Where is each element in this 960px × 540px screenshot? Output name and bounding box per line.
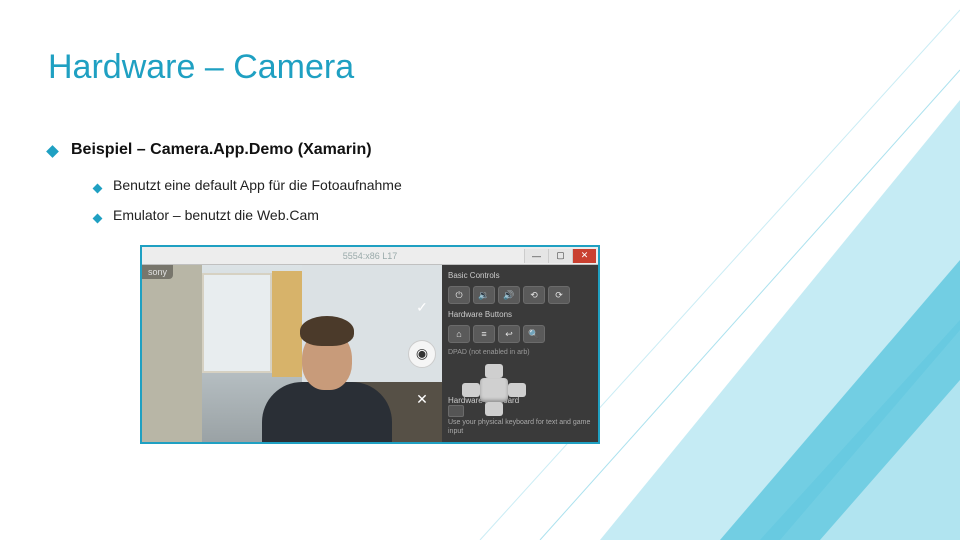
window-buttons: — ▢ ✕	[524, 249, 596, 263]
bullet-level2-1: Benutzt eine default App für die Fotoauf…	[94, 177, 912, 193]
camera-preview-photo	[142, 265, 442, 442]
close-icon: ✕	[416, 391, 428, 408]
basic-controls-row: ⏻ 🔉 🔊 ⟲ ⟳	[448, 286, 592, 304]
emulator-control-panel: Basic Controls ⏻ 🔉 🔊 ⟲ ⟳ Hardware Button…	[442, 265, 598, 442]
search-button[interactable]: 🔍	[523, 325, 545, 343]
home-button[interactable]: ⌂	[448, 325, 470, 343]
dpad-left[interactable]	[462, 383, 480, 397]
power-button[interactable]: ⏻	[448, 286, 470, 304]
check-icon: ✓	[416, 299, 428, 316]
dpad-up[interactable]	[485, 364, 503, 378]
maximize-button[interactable]: ▢	[548, 249, 572, 263]
volume-down-button[interactable]: 🔉	[473, 286, 495, 304]
diamond-bullet-icon	[93, 214, 103, 224]
menu-button[interactable]: ≡	[473, 325, 495, 343]
minimize-button[interactable]: —	[524, 249, 548, 263]
diamond-bullet-icon	[46, 145, 59, 158]
sub-bullet1-text: Benutzt eine default App für die Fotoauf…	[113, 177, 402, 193]
rotate-left-button[interactable]: ⟲	[523, 286, 545, 304]
hardware-keyboard-section: Hardware Keyboard Use your physical keyb…	[448, 396, 592, 436]
volume-up-button[interactable]: 🔊	[498, 286, 520, 304]
bullet-level2-2: Emulator – benutzt die Web.Cam	[94, 207, 912, 223]
keyboard-toggle[interactable]	[448, 405, 464, 417]
accept-photo-button[interactable]: ✓	[408, 294, 436, 322]
dpad-down[interactable]	[485, 402, 503, 416]
basic-controls-label: Basic Controls	[448, 271, 592, 280]
emulator-screen: sony ✓ ◉ ✕	[142, 265, 442, 442]
dpad-right[interactable]	[508, 383, 526, 397]
emulator-titlebar: 5554:x86 L17 — ▢ ✕	[142, 247, 598, 265]
diamond-bullet-icon	[93, 184, 103, 194]
camera-icon: ◉	[416, 345, 428, 362]
slide-title: Hardware – Camera	[48, 48, 912, 87]
close-button[interactable]: ✕	[572, 249, 596, 263]
hardware-keyboard-sub: Use your physical keyboard for text and …	[448, 419, 592, 436]
emulator-title-text: 5554:x86 L17	[343, 251, 398, 261]
hardware-buttons-label: Hardware Buttons	[448, 310, 592, 319]
back-button[interactable]: ↩	[498, 325, 520, 343]
dpad-center[interactable]	[480, 378, 508, 402]
bullet-level1: Beispiel – Camera.App.Demo (Xamarin)	[48, 141, 912, 159]
rotate-right-button[interactable]: ⟳	[548, 286, 570, 304]
dpad-control	[454, 362, 534, 390]
emulator-screenshot: 5554:x86 L17 — ▢ ✕ sony ✓	[140, 245, 600, 444]
cancel-photo-button[interactable]: ✕	[408, 386, 436, 414]
hardware-buttons-row: ⌂ ≡ ↩ 🔍	[448, 325, 592, 343]
capture-photo-button[interactable]: ◉	[408, 340, 436, 368]
dpad-label: DPAD (not enabled in arb)	[448, 349, 592, 356]
sub-bullet2-text: Emulator – benutzt die Web.Cam	[113, 207, 319, 223]
bullet1-text: Beispiel – Camera.App.Demo (Xamarin)	[71, 141, 372, 159]
camera-brand-overlay: sony	[142, 265, 173, 279]
hardware-keyboard-label: Hardware Keyboard	[448, 396, 592, 405]
camera-action-column: ✓ ◉ ✕	[408, 294, 436, 414]
